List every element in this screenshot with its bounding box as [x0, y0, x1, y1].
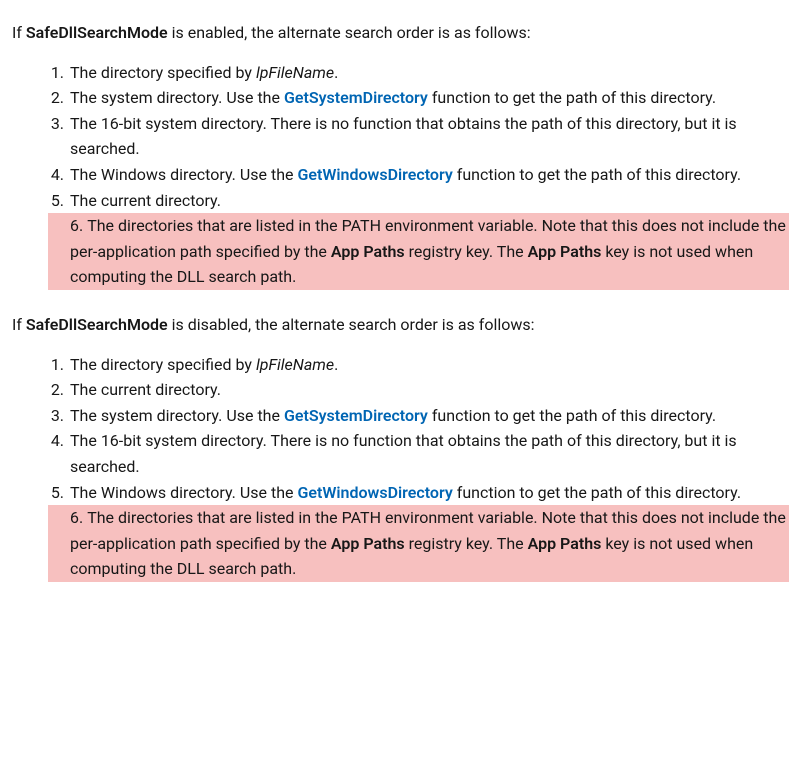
section2-list: The directory specified by lpFileName. T… — [12, 352, 789, 582]
text: The 16-bit system directory. There is no… — [70, 431, 737, 476]
text: The directory specified by — [70, 355, 256, 374]
text: function to get the path of this directo… — [453, 165, 741, 184]
getsystemdirectory-link[interactable]: GetSystemDirectory — [284, 88, 428, 107]
app-paths-bold: App Paths — [528, 242, 602, 261]
text: . — [334, 63, 338, 82]
list-item: The current directory. — [68, 188, 789, 214]
text: The system directory. Use the — [70, 406, 284, 425]
text: The system directory. Use the — [70, 88, 284, 107]
lpfilename-italic: lpFileName — [256, 63, 334, 82]
text: . — [334, 355, 338, 374]
text: function to get the path of this directo… — [453, 483, 741, 502]
text: registry key. The — [405, 534, 528, 553]
text: The Windows directory. Use the — [70, 165, 297, 184]
section2-intro: If SafeDllSearchMode is disabled, the al… — [12, 312, 789, 338]
list-item: The Windows directory. Use the GetWindow… — [68, 162, 789, 188]
list-item: The directory specified by lpFileName. — [68, 60, 789, 86]
section1-intro: If SafeDllSearchMode is enabled, the alt… — [12, 20, 789, 46]
list-item-highlighted: The directories that are listed in the P… — [48, 213, 789, 290]
text: The current directory. — [70, 380, 221, 399]
text: The Windows directory. Use the — [70, 483, 297, 502]
safedllsearchmode-bold: SafeDllSearchMode — [26, 315, 168, 334]
list-item: The Windows directory. Use the GetWindow… — [68, 480, 789, 506]
getsystemdirectory-link[interactable]: GetSystemDirectory — [284, 406, 428, 425]
getwindowsdirectory-link[interactable]: GetWindowsDirectory — [297, 165, 452, 184]
list-item: The 16-bit system directory. There is no… — [68, 428, 789, 479]
text: If — [12, 23, 26, 42]
app-paths-bold: App Paths — [331, 242, 405, 261]
text: function to get the path of this directo… — [428, 88, 716, 107]
text: is disabled, the alternate search order … — [168, 315, 535, 334]
lpfilename-italic: lpFileName — [256, 355, 334, 374]
text: is enabled, the alternate search order i… — [168, 23, 531, 42]
list-item-highlighted: The directories that are listed in the P… — [48, 505, 789, 582]
safedllsearchmode-bold: SafeDllSearchMode — [26, 23, 168, 42]
app-paths-bold: App Paths — [331, 534, 405, 553]
list-item: The system directory. Use the GetSystemD… — [68, 403, 789, 429]
list-item: The 16-bit system directory. There is no… — [68, 111, 789, 162]
list-item: The current directory. — [68, 377, 789, 403]
text: function to get the path of this directo… — [428, 406, 716, 425]
getwindowsdirectory-link[interactable]: GetWindowsDirectory — [297, 483, 452, 502]
text: registry key. The — [405, 242, 528, 261]
text: The current directory. — [70, 191, 221, 210]
text: The directory specified by — [70, 63, 256, 82]
section1-list: The directory specified by lpFileName. T… — [12, 60, 789, 290]
app-paths-bold: App Paths — [528, 534, 602, 553]
list-item: The directory specified by lpFileName. — [68, 352, 789, 378]
text: If — [12, 315, 26, 334]
text: The 16-bit system directory. There is no… — [70, 114, 737, 159]
list-item: The system directory. Use the GetSystemD… — [68, 85, 789, 111]
